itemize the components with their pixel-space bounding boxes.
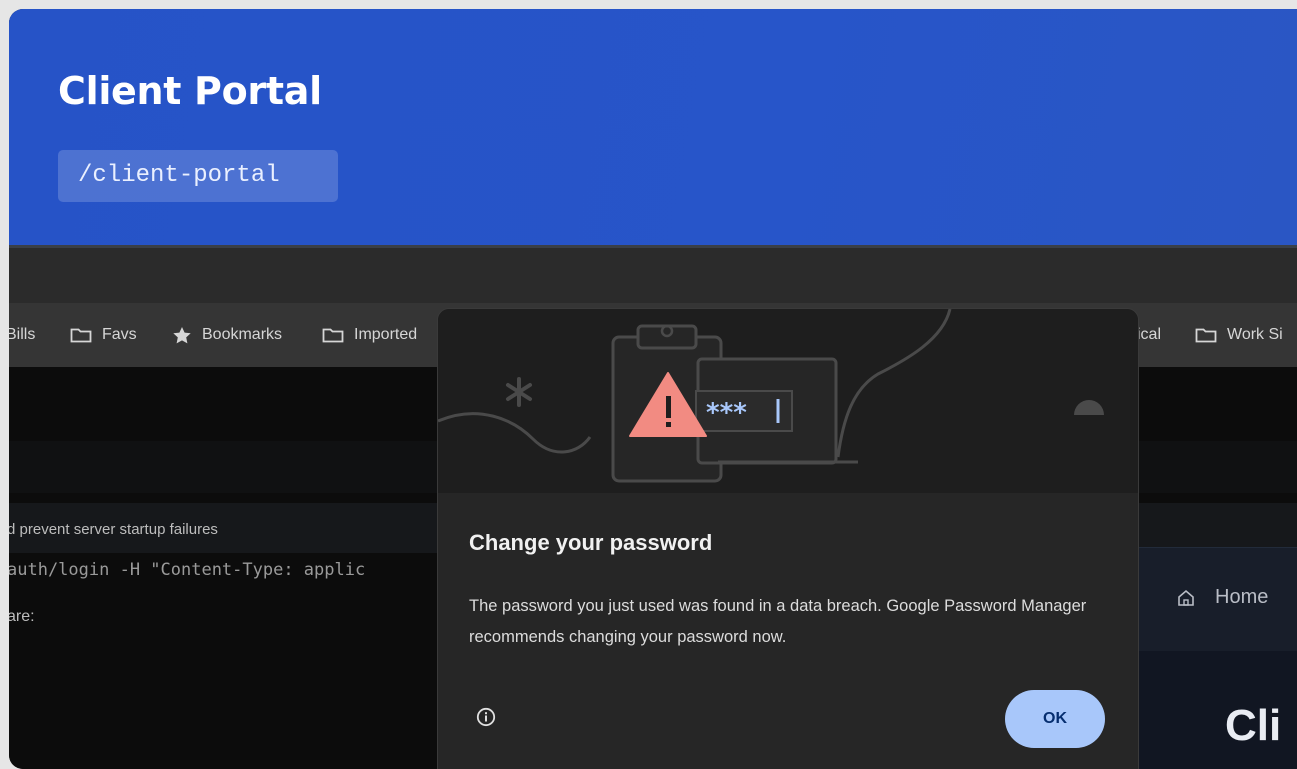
portal-header: Client Portal /client-portal <box>9 9 1297 247</box>
bookmark-label: ical <box>1137 326 1162 343</box>
dialog-title: Change your password <box>469 530 713 555</box>
bookmark-medical[interactable]: ical <box>1137 303 1161 367</box>
nav-home[interactable]: Home <box>1177 586 1268 609</box>
ok-button[interactable]: OK <box>1005 690 1105 748</box>
bookmark-favs[interactable]: Favs <box>70 303 137 367</box>
nav-home-label: Home <box>1215 586 1269 608</box>
app-hero: Cli <box>1129 651 1297 769</box>
bookmark-label: Imported <box>354 326 418 343</box>
folder-icon <box>322 328 344 343</box>
folder-icon <box>70 328 92 343</box>
home-icon <box>1178 589 1194 606</box>
notice-text: d prevent server startup failures <box>9 521 218 538</box>
dialog-body: The password you just used was found in … <box>469 597 1087 646</box>
bookmark-label: Bills <box>9 326 36 343</box>
snippet-text: are: <box>9 608 35 625</box>
portal-card: Client Portal /client-portal Bills Favs … <box>9 9 1297 769</box>
bookmark-label: Work Si <box>1227 326 1283 343</box>
breach-illustration-graphic: *** <box>438 309 1104 483</box>
info-icon <box>476 707 496 727</box>
asterisk-icon <box>506 377 532 407</box>
browser-tab-strip <box>9 248 1297 303</box>
hero-heading: Cli <box>1225 701 1282 750</box>
bookmark-work-sites[interactable]: Work Si <box>1195 303 1283 367</box>
route-path: /client-portal <box>58 150 338 202</box>
bookmark-label: Favs <box>102 326 137 343</box>
password-breach-dialog: *** Change your password The password yo… <box>437 308 1139 769</box>
breach-illustration: *** <box>438 309 1138 493</box>
star-icon <box>173 326 191 343</box>
bookmark-bookmarks[interactable]: Bookmarks <box>172 303 282 367</box>
bookmark-bills[interactable]: Bills <box>9 303 35 367</box>
command-text: auth/login -H "Content-Type: applic <box>9 560 366 580</box>
info-button[interactable] <box>476 707 496 731</box>
app-nav-bar: Home <box>1129 547 1297 652</box>
bookmark-label: Bookmarks <box>202 326 283 343</box>
masked-password: *** <box>706 398 747 428</box>
page-title: Client Portal <box>58 69 322 113</box>
folder-icon <box>1195 328 1217 343</box>
bookmark-imported[interactable]: Imported <box>322 303 417 367</box>
